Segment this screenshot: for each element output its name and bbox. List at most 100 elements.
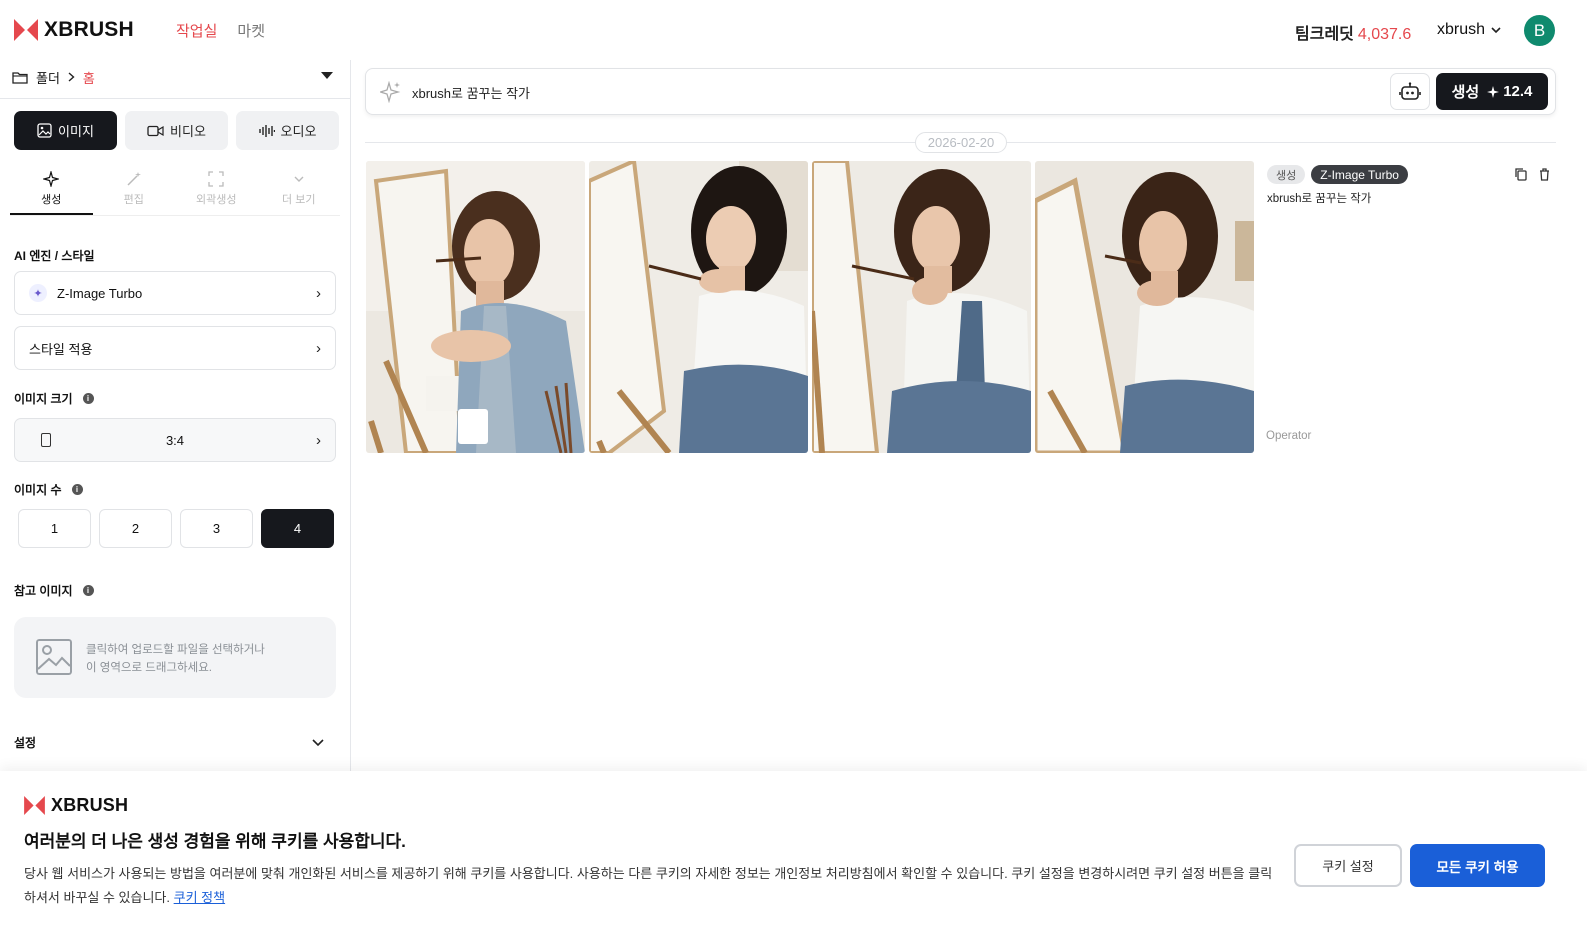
top-bar: XBRUSH 작업실 마켓 팀크레딧 4,037.6 xbrush B — [0, 0, 1587, 60]
count-option-2[interactable]: 2 — [99, 509, 172, 548]
upload-instructions: 클릭하여 업로드할 파일을 선택하거나 이 영역으로 드래그하세요. — [86, 641, 265, 677]
count-section-label: 이미지 수 i — [14, 481, 83, 498]
info-icon[interactable]: i — [71, 484, 83, 495]
user-name: xbrush — [1437, 21, 1486, 38]
result-image-3[interactable] — [812, 161, 1031, 453]
result-tags: 생성 Z-Image Turbo — [1267, 165, 1408, 184]
chevron-down-icon — [312, 738, 324, 746]
breadcrumb-home[interactable]: 홈 — [83, 68, 95, 87]
engine-section-label: AI 엔진 / 스타일 — [14, 247, 95, 264]
size-section-title: 이미지 크기 — [14, 392, 73, 406]
engine-name: Z-Image Turbo — [57, 285, 143, 301]
generate-cost: 12.4 — [1487, 83, 1532, 100]
tab-outpaint[interactable]: 외곽생성 — [175, 168, 258, 215]
tab-audio[interactable]: 오디오 — [236, 111, 339, 150]
trash-icon[interactable] — [1539, 168, 1550, 181]
xbrush-logo-icon — [24, 796, 45, 815]
cookie-brand-logo: XBRUSH — [24, 795, 128, 816]
count-section-title: 이미지 수 — [14, 483, 62, 497]
reference-section-title: 참고 이미지 — [14, 584, 73, 598]
style-select[interactable]: 스타일 적용 › — [14, 326, 336, 370]
settings-label: 설정 — [14, 736, 37, 750]
tab-generate-label: 생성 — [41, 194, 62, 206]
generate-button[interactable]: 생성 12.4 — [1436, 73, 1548, 110]
credit-star-icon — [1487, 85, 1500, 98]
copy-icon[interactable] — [1515, 168, 1527, 181]
brand-logo[interactable]: XBRUSH — [14, 18, 134, 42]
prompt-input[interactable] — [412, 81, 1372, 103]
tab-audio-label: 오디오 — [280, 124, 317, 139]
style-label: 스타일 적용 — [29, 341, 93, 357]
nav-workspace[interactable]: 작업실 — [176, 20, 217, 41]
expand-icon — [208, 171, 224, 187]
tab-generate[interactable]: 생성 — [10, 168, 93, 215]
size-section-label: 이미지 크기 i — [14, 390, 94, 407]
breadcrumb-folder[interactable]: 폴더 — [36, 68, 60, 87]
reference-section-label: 참고 이미지 i — [14, 582, 94, 599]
info-icon[interactable]: i — [82, 585, 94, 596]
user-menu[interactable]: xbrush — [1437, 21, 1501, 39]
settings-toggle[interactable]: 설정 — [14, 734, 324, 751]
sparkle-icon — [380, 81, 401, 103]
chevron-down-icon — [294, 176, 304, 182]
result-prompt: xbrush로 꿈꾸는 작가 — [1267, 193, 1372, 205]
magic-wand-icon — [127, 172, 141, 186]
date-chip: 2026-02-20 — [915, 132, 1007, 153]
upload-line-2: 이 영역으로 드래그하세요. — [86, 662, 212, 674]
result-images — [366, 161, 1254, 453]
tool-tabs: 생성 편집 외곽생성 더 보기 — [10, 168, 340, 216]
size-select[interactable]: 3:4 › — [14, 418, 336, 462]
chevron-right-icon: › — [316, 284, 321, 302]
image-icon — [37, 123, 52, 138]
engine-logo-icon: ✦ — [29, 284, 47, 302]
generate-cost-value: 12.4 — [1503, 83, 1533, 100]
avatar[interactable]: B — [1524, 15, 1555, 46]
chevron-right-icon — [68, 72, 75, 82]
accept-all-cookies-button[interactable]: 모든 쿠키 허용 — [1410, 844, 1545, 887]
result-image-1[interactable] — [366, 161, 585, 453]
credits-value: 4,037.6 — [1357, 26, 1412, 43]
tab-more[interactable]: 더 보기 — [258, 168, 341, 215]
brand-name: XBRUSH — [44, 18, 134, 41]
main-nav: 작업실 마켓 — [176, 20, 265, 41]
team-credits: 팀크레딧 4,037.6 — [1295, 20, 1411, 44]
chevron-right-icon: › — [316, 339, 321, 357]
tab-image-label: 이미지 — [58, 124, 94, 139]
xbrush-logo-icon — [14, 19, 38, 41]
tab-edit[interactable]: 편집 — [93, 168, 176, 215]
upload-line-1: 클릭하여 업로드할 파일을 선택하거나 — [86, 644, 265, 656]
nav-market[interactable]: 마켓 — [237, 20, 265, 41]
tag-engine: Z-Image Turbo — [1311, 165, 1408, 184]
robot-icon — [1399, 81, 1421, 100]
result-image-4[interactable] — [1035, 161, 1254, 453]
cookie-policy-link[interactable]: 쿠키 정책 — [174, 890, 225, 905]
image-count-selector: 1 2 3 4 — [18, 509, 334, 548]
cookie-title: 여러분의 더 나은 생성 경험을 위해 쿠키를 사용합니다. — [24, 832, 406, 851]
breadcrumb[interactable]: 폴더 홈 — [12, 68, 337, 86]
result-author: Operator — [1266, 430, 1312, 442]
sparkle-icon — [43, 171, 60, 187]
info-icon[interactable]: i — [82, 393, 94, 404]
tab-outpaint-label: 외곽생성 — [196, 194, 237, 206]
chevron-right-icon: › — [316, 431, 321, 449]
audio-wave-icon — [258, 124, 275, 137]
cookie-brand-name: XBRUSH — [51, 795, 129, 815]
count-option-4[interactable]: 4 — [261, 509, 334, 548]
cookie-banner: XBRUSH 여러분의 더 나은 생성 경험을 위해 쿠키를 사용합니다. 당사… — [0, 771, 1587, 938]
caret-down-icon[interactable] — [321, 72, 333, 79]
prompt-assistant-button[interactable] — [1390, 73, 1430, 110]
result-image-2[interactable] — [589, 161, 808, 453]
tab-video-label: 비디오 — [170, 124, 206, 139]
media-type-tabs: 이미지 비디오 오디오 — [14, 111, 339, 150]
engine-select[interactable]: ✦ Z-Image Turbo › — [14, 271, 336, 315]
tab-image[interactable]: 이미지 — [14, 111, 117, 150]
cookie-settings-button[interactable]: 쿠키 설정 — [1294, 844, 1402, 887]
count-option-3[interactable]: 3 — [180, 509, 253, 548]
tab-more-label: 더 보기 — [282, 194, 316, 206]
count-option-1[interactable]: 1 — [18, 509, 91, 548]
credits-label: 팀크레딧 — [1295, 26, 1354, 43]
reference-upload-area[interactable]: 클릭하여 업로드할 파일을 선택하거나 이 영역으로 드래그하세요. — [14, 617, 336, 698]
size-ratio: 3:4 — [165, 432, 185, 448]
portrait-ratio-icon — [41, 433, 51, 447]
tab-video[interactable]: 비디오 — [125, 111, 228, 150]
